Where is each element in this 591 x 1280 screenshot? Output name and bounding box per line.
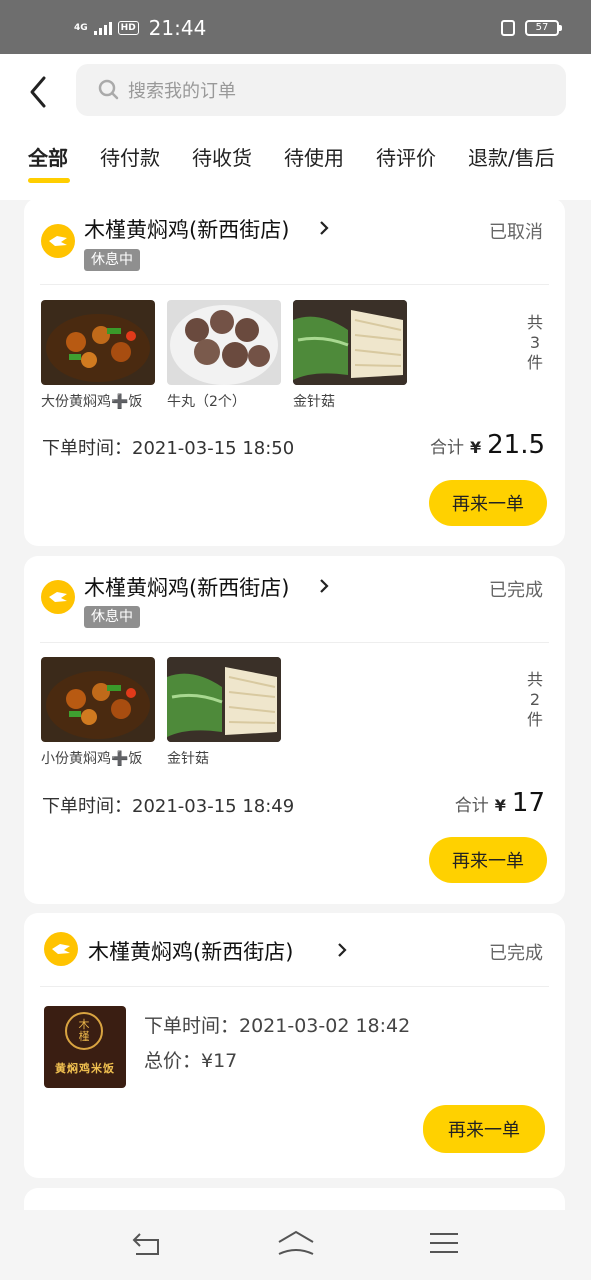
count-suffix: 件 bbox=[527, 353, 544, 372]
item-image-braised-chicken[interactable] bbox=[41, 657, 155, 742]
item-count: 共 3 件 bbox=[527, 313, 543, 373]
count-value: 2 bbox=[529, 690, 541, 709]
signal-icon bbox=[93, 21, 112, 35]
item-name: 大份黄焖鸡➕饭 bbox=[41, 394, 143, 410]
status-bar: 4G HD 21:44 57 bbox=[0, 0, 591, 54]
reorder-button[interactable]: 再来一单 bbox=[429, 480, 547, 526]
search-placeholder: 搜索我的订单 bbox=[128, 81, 236, 102]
item-name: 金针菇 bbox=[293, 394, 335, 410]
currency-symbol: ¥ bbox=[494, 796, 506, 815]
menu-nav-icon[interactable] bbox=[428, 1228, 460, 1258]
order-total: 合计 ¥ 17 bbox=[455, 788, 545, 818]
currency-symbol: ¥ bbox=[469, 438, 482, 457]
divider bbox=[40, 986, 549, 987]
item-image-enoki[interactable] bbox=[293, 300, 407, 385]
brand-char: 槿 bbox=[78, 1030, 90, 1043]
chevron-left-icon bbox=[30, 76, 46, 108]
total-amount: 17 bbox=[511, 788, 545, 818]
back-button[interactable] bbox=[24, 74, 54, 110]
order-status: 已完成 bbox=[489, 580, 543, 601]
rest-badge: 休息中 bbox=[84, 606, 140, 628]
order-status: 已完成 bbox=[489, 943, 543, 964]
chevron-right-icon bbox=[320, 579, 329, 593]
order-tabs: 全部 待付款 待收货 待使用 待评价 退款/售后 bbox=[0, 142, 591, 192]
status-right: 57 bbox=[501, 20, 562, 36]
header: 搜索我的订单 全部 待付款 待收货 待使用 待评价 退款/售后 bbox=[0, 54, 591, 200]
reorder-button[interactable]: 再来一单 bbox=[423, 1105, 545, 1153]
tab-all[interactable]: 全部 bbox=[28, 142, 68, 171]
count-prefix: 共 bbox=[527, 313, 544, 332]
vibrate-icon bbox=[501, 20, 515, 36]
item-name: 金针菇 bbox=[167, 751, 209, 767]
order-card[interactable]: 木槿黄焖鸡(新西街店) 已取消 休息中 大份黄焖鸡➕饭 牛丸（2个） 金针菇 共… bbox=[24, 198, 565, 546]
battery-icon: 57 bbox=[525, 20, 562, 36]
shop-brand-image[interactable]: 木 槿 黄焖鸡米饭 bbox=[44, 1006, 126, 1088]
shop-name[interactable]: 木槿黄焖鸡(新西街店) bbox=[88, 936, 293, 966]
order-total: 合计 ¥ 21.5 bbox=[430, 430, 545, 460]
divider bbox=[40, 284, 549, 285]
hd-badge: HD bbox=[117, 21, 139, 35]
reorder-button[interactable]: 再来一单 bbox=[429, 837, 547, 883]
back-nav-icon[interactable] bbox=[130, 1228, 164, 1258]
search-icon bbox=[98, 79, 119, 100]
brand-text: 黄焖鸡米饭 bbox=[55, 1062, 115, 1075]
tab-pending-review[interactable]: 待评价 bbox=[376, 142, 436, 171]
shop-logo-icon bbox=[44, 932, 78, 966]
shop-name[interactable]: 木槿黄焖鸡(新西街店) bbox=[84, 572, 289, 602]
tab-refund[interactable]: 退款/售后 bbox=[468, 142, 555, 171]
network-type: 4G bbox=[74, 22, 88, 33]
shop-name[interactable]: 木槿黄焖鸡(新西街店) bbox=[84, 214, 289, 244]
item-name: 牛丸（2个） bbox=[167, 394, 246, 410]
status-left: 4G HD 21:44 bbox=[74, 16, 206, 40]
item-name: 小份黄焖鸡➕饭 bbox=[41, 751, 143, 767]
tab-pending-use[interactable]: 待使用 bbox=[284, 142, 344, 171]
system-nav-bar bbox=[0, 1210, 591, 1280]
total-label: 合计 bbox=[454, 796, 489, 816]
order-status: 已取消 bbox=[489, 222, 543, 243]
count-prefix: 共 bbox=[527, 670, 544, 689]
item-image-beef-balls[interactable] bbox=[167, 300, 281, 385]
order-card[interactable]: 木槿黄焖鸡(新西街店) 已完成 木 槿 黄焖鸡米饭 下单时间：2021-03-0… bbox=[24, 913, 565, 1178]
clock: 21:44 bbox=[148, 16, 207, 40]
search-bar[interactable]: 搜索我的订单 bbox=[76, 64, 566, 116]
total-amount: 21.5 bbox=[487, 430, 545, 460]
order-total-text: 总价：¥17 bbox=[144, 1050, 238, 1072]
divider bbox=[40, 642, 549, 643]
order-card[interactable]: 木槿黄焖鸡(新西街店) 已完成 休息中 小份黄焖鸡➕饭 金针菇 共 2 件 下单… bbox=[24, 556, 565, 904]
shop-logo-icon bbox=[41, 224, 75, 258]
tab-pending-delivery[interactable]: 待收货 bbox=[192, 142, 252, 171]
rest-badge: 休息中 bbox=[84, 249, 140, 271]
tab-pending-payment[interactable]: 待付款 bbox=[100, 142, 160, 171]
home-nav-icon[interactable] bbox=[276, 1228, 316, 1258]
item-image-enoki[interactable] bbox=[167, 657, 281, 742]
chevron-right-icon bbox=[320, 221, 329, 235]
total-label: 合计 bbox=[429, 438, 464, 458]
item-count: 共 2 件 bbox=[527, 670, 543, 730]
count-suffix: 件 bbox=[527, 710, 544, 729]
item-image-braised-chicken[interactable] bbox=[41, 300, 155, 385]
count-value: 3 bbox=[529, 333, 541, 352]
chevron-right-icon bbox=[338, 943, 347, 957]
order-time: 下单时间：2021-03-15 18:50 bbox=[42, 438, 295, 459]
shop-logo-icon bbox=[41, 580, 75, 614]
order-time: 下单时间：2021-03-15 18:49 bbox=[42, 796, 295, 817]
order-time: 下单时间：2021-03-02 18:42 bbox=[144, 1015, 411, 1037]
tab-indicator bbox=[28, 178, 70, 183]
